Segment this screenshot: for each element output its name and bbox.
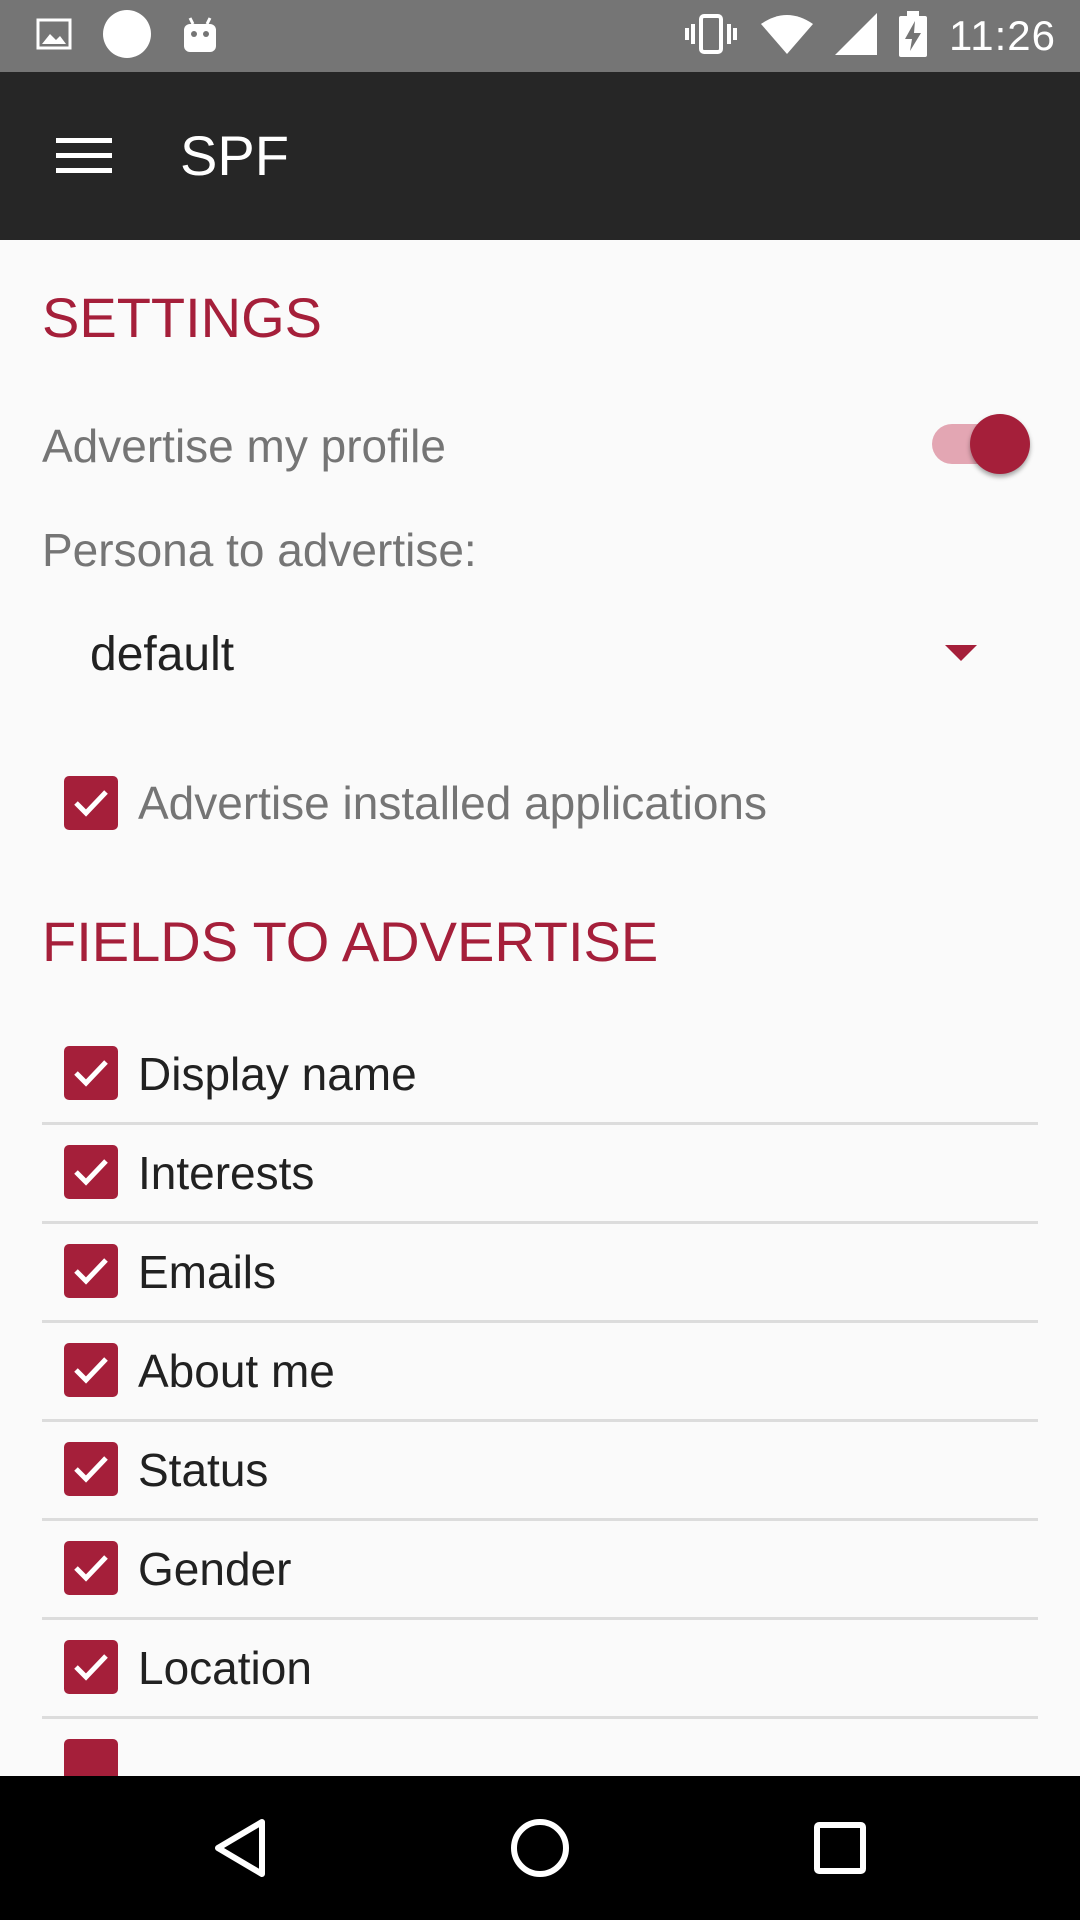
persona-selected-value: default — [90, 628, 235, 681]
recents-button[interactable] — [790, 1798, 890, 1898]
settings-content[interactable]: SETTINGS Advertise my profile Persona to… — [0, 240, 1080, 1776]
display-name-checkbox[interactable] — [64, 1046, 118, 1100]
about-me-checkbox[interactable] — [64, 1343, 118, 1397]
gender-label: Gender — [138, 1543, 292, 1595]
recents-square-icon — [814, 1822, 866, 1874]
persona-label: Persona to advertise: — [42, 524, 477, 576]
field-row-status[interactable]: Status — [42, 1422, 1038, 1521]
about-me-label: About me — [138, 1345, 335, 1397]
location-label: Location — [138, 1642, 312, 1694]
home-circle-icon — [511, 1819, 569, 1877]
vibrate-icon — [683, 12, 739, 61]
emails-label: Emails — [138, 1246, 277, 1298]
interests-label: Interests — [138, 1147, 315, 1199]
field-row-partial[interactable] — [42, 1719, 1038, 1776]
checkmark-icon — [74, 1555, 108, 1582]
checkmark-icon — [74, 1258, 108, 1285]
field-row-display-name[interactable]: Display name — [42, 1026, 1038, 1125]
settings-section-header: SETTINGS — [42, 286, 323, 349]
field-row-emails[interactable]: Emails — [42, 1224, 1038, 1323]
field-row-location[interactable]: Location — [42, 1620, 1038, 1719]
fields-section-header: FIELDS TO ADVERTISE — [42, 910, 659, 973]
checkmark-icon — [74, 790, 108, 817]
signal-icon — [835, 12, 877, 60]
switch-thumb — [970, 414, 1030, 474]
status-label: Status — [138, 1444, 269, 1496]
circle-icon — [102, 9, 152, 64]
interests-checkbox[interactable] — [64, 1145, 118, 1199]
persona-spinner[interactable]: default — [42, 600, 1038, 710]
checkmark-icon — [74, 1159, 108, 1186]
display-name-label: Display name — [138, 1048, 417, 1100]
status-bar-system: 11:26 — [683, 10, 1056, 62]
advertise-apps-label: Advertise installed applications — [138, 777, 768, 829]
advertise-profile-label: Advertise my profile — [42, 420, 446, 472]
android-icon — [182, 14, 218, 59]
status-checkbox[interactable] — [64, 1442, 118, 1496]
status-bar: 11:26 — [0, 0, 1080, 72]
checkmark-icon — [74, 1357, 108, 1384]
home-button[interactable] — [490, 1798, 590, 1898]
system-nav-bar — [0, 1776, 1080, 1920]
field-row-about-me[interactable]: About me — [42, 1323, 1038, 1422]
hamburger-menu-icon — [56, 138, 112, 173]
navigation-menu-button[interactable] — [40, 116, 128, 196]
back-triangle-icon — [215, 1819, 265, 1877]
image-icon — [36, 18, 72, 55]
advertise-apps-checkbox[interactable] — [64, 776, 118, 830]
status-bar-time: 11:26 — [949, 12, 1056, 59]
field-row-interests[interactable]: Interests — [42, 1125, 1038, 1224]
battery-charging-icon — [899, 10, 927, 62]
emails-checkbox[interactable] — [64, 1244, 118, 1298]
field-row-gender[interactable]: Gender — [42, 1521, 1038, 1620]
app-title: SPF — [180, 124, 289, 187]
location-checkbox[interactable] — [64, 1640, 118, 1694]
status-bar-notifications — [36, 9, 218, 64]
back-button[interactable] — [190, 1798, 290, 1898]
checkmark-icon — [74, 1456, 108, 1483]
app-toolbar: SPF — [0, 72, 1080, 240]
checkmark-icon — [74, 1060, 108, 1087]
advertise-profile-switch[interactable] — [930, 410, 1030, 474]
partial-field-checkbox[interactable] — [64, 1739, 118, 1776]
gender-checkbox[interactable] — [64, 1541, 118, 1595]
dropdown-arrow-icon — [945, 645, 977, 661]
checkmark-icon — [74, 1654, 108, 1681]
wifi-icon — [761, 14, 813, 59]
